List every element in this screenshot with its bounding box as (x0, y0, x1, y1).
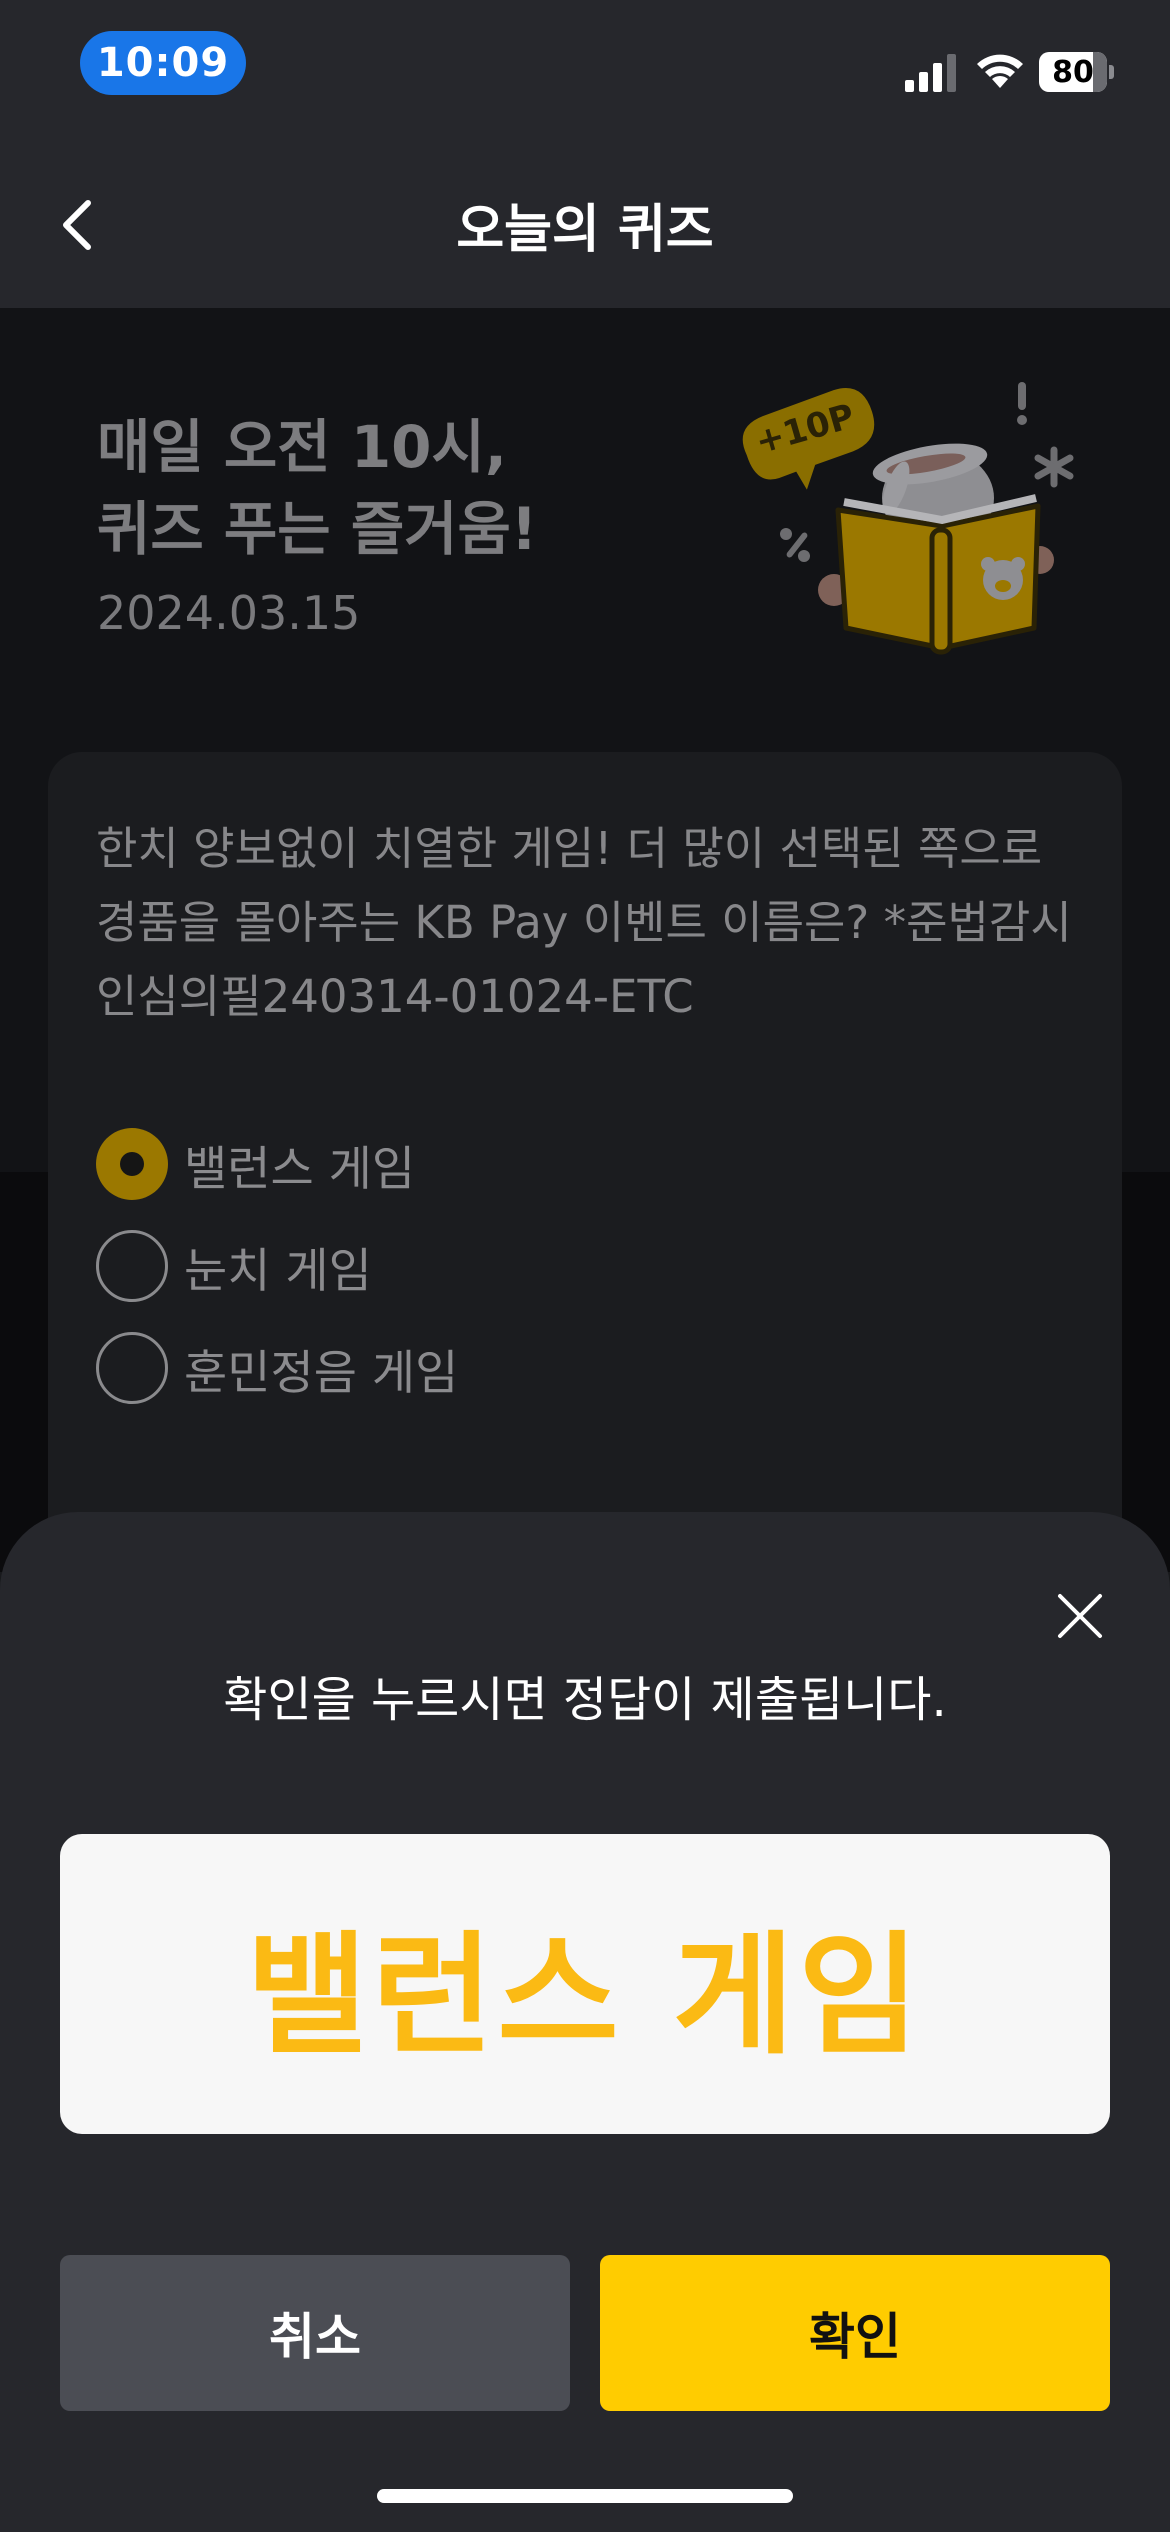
selected-answer-box: 밸런스 게임 (60, 1834, 1110, 2134)
points-badge: +10P (742, 388, 875, 490)
page-title: 오늘의 퀴즈 (456, 199, 714, 260)
hero-headline-line1: 매일 오전 10시, (97, 413, 507, 481)
option-label: 눈치 게임 (184, 1243, 372, 1299)
chevron-left-icon[interactable] (50, 195, 110, 255)
cellular-signal-icon (905, 54, 956, 92)
quiz-date: 2024.03.15 (97, 586, 361, 640)
radio-selected-icon[interactable] (96, 1128, 168, 1200)
wifi-icon (977, 54, 1023, 88)
radio-unselected-icon[interactable] (96, 1332, 168, 1404)
option-hunminjeongeum-game[interactable]: 훈민정음 게임 (96, 1332, 696, 1404)
option-nunchi-game[interactable]: 눈치 게임 (96, 1230, 696, 1302)
hero-headline: 매일 오전 10시, 퀴즈 푸는 즐거움! (97, 406, 717, 570)
battery-icon: 80 (1039, 52, 1114, 92)
option-label: 훈민정음 게임 (184, 1345, 459, 1401)
status-time: 10:09 (80, 31, 246, 95)
hero-headline-line2: 퀴즈 푸는 즐거움! (97, 495, 538, 563)
quiz-question: 한치 양보없이 치열한 게임! 더 많이 선택된 쪽으로 경품을 몰아주는 KB… (96, 822, 1072, 1023)
rabbit-reading-book-illustration: +10P (742, 382, 1074, 655)
cancel-button[interactable]: 취소 (60, 2255, 570, 2411)
status-bar: 10:09 80 (0, 0, 1170, 140)
nav-bar: 오늘의 퀴즈 (0, 140, 1170, 308)
radio-unselected-icon[interactable] (96, 1230, 168, 1302)
close-icon[interactable] (1052, 1588, 1108, 1644)
submit-notice: 확인을 누르시면 정답이 제출됩니다. (223, 1672, 947, 1728)
selected-answer: 밸런스 게임 (246, 1918, 924, 2073)
option-balance-game[interactable]: 밸런스 게임 (96, 1128, 696, 1200)
confirm-button[interactable]: 확인 (600, 2255, 1110, 2411)
battery-percent: 80 (1052, 54, 1094, 90)
quiz-card: 한치 양보없이 치열한 게임! 더 많이 선택된 쪽으로 경품을 몰아주는 KB… (48, 752, 1122, 1552)
home-indicator (377, 2489, 793, 2503)
confirm-bottom-sheet: 확인을 누르시면 정답이 제출됩니다. 밸런스 게임 취소 확인 (0, 1512, 1170, 2532)
option-label: 밸런스 게임 (184, 1141, 416, 1197)
